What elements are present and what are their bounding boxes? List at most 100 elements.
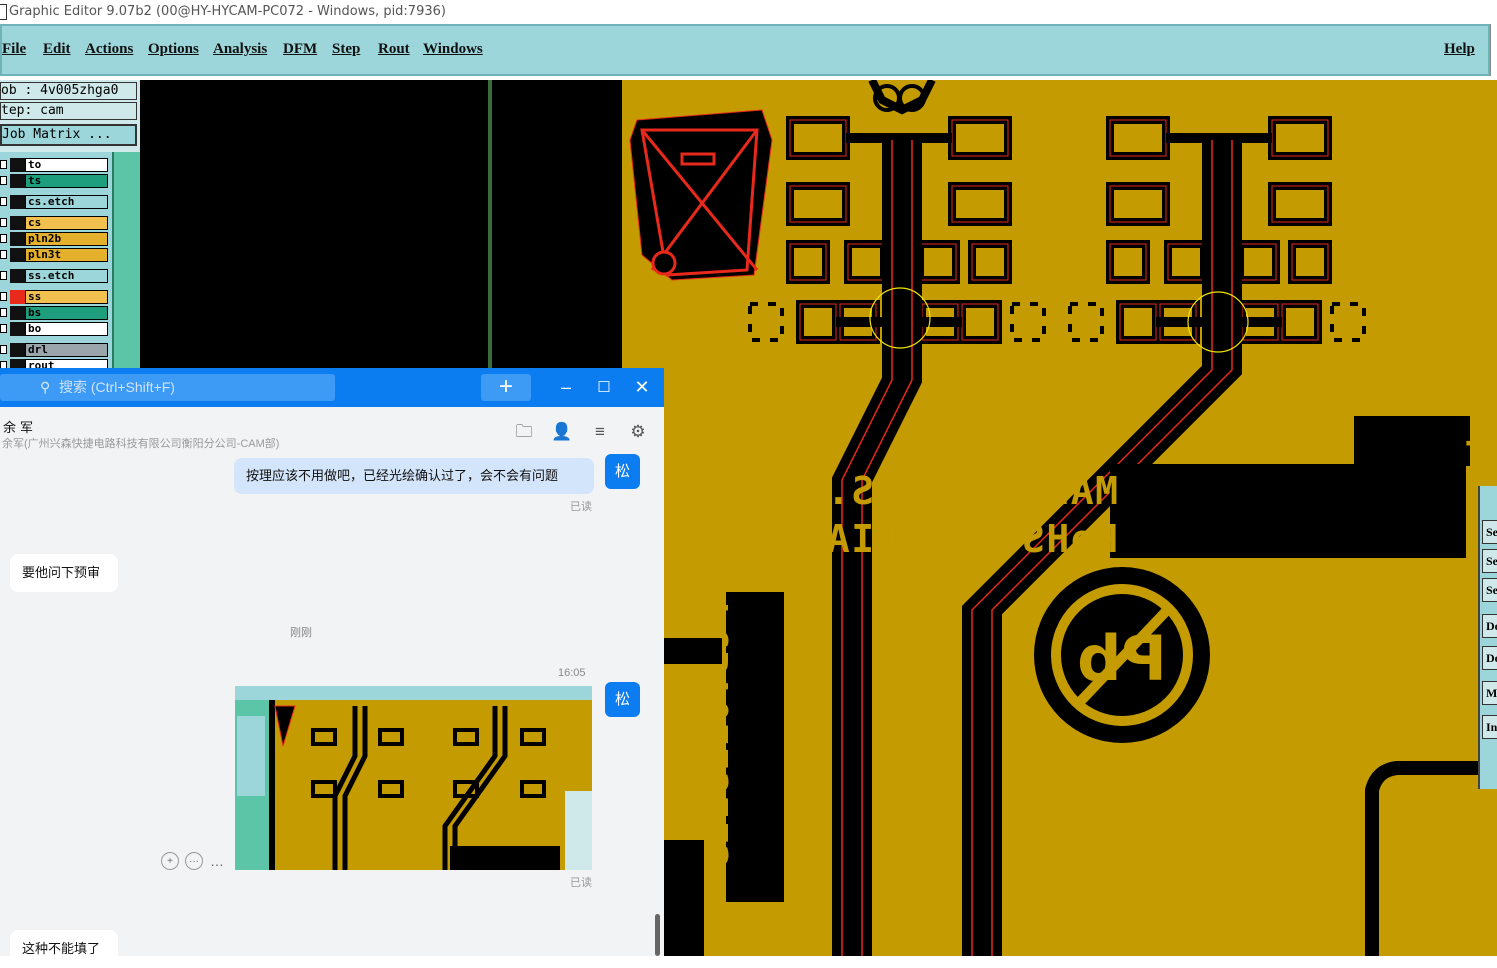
screenshot-image-message[interactable] [235,686,592,870]
settings-gear-icon[interactable]: ⚙ [627,421,649,443]
layer-color-swatch[interactable] [10,322,25,336]
layer-checkbox[interactable] [0,218,7,227]
menu-actions[interactable]: Actions [85,41,133,58]
layer-name[interactable]: drl [25,343,108,357]
my-avatar-2[interactable]: 松 [605,682,640,717]
layer-checkbox[interactable] [0,234,7,243]
layer-name[interactable]: bo [25,322,108,336]
screenshot-thumbnail [235,686,592,870]
rohs-text: RoHS COMPLIANT [778,517,1118,561]
layer-color-swatch[interactable] [10,306,25,320]
more-actions-icon[interactable]: … [208,852,226,870]
made-in-text-box [1110,464,1466,558]
layer-row-cs[interactable]: cs [0,216,110,230]
layer-color-swatch[interactable] [10,343,25,357]
comment-icon[interactable]: ··· [185,852,203,870]
side-button-4[interactable]: De [1482,614,1497,638]
layer-checkbox[interactable] [0,324,7,333]
menu-windows-label: Windows [423,41,483,57]
layer-row-ss-etch[interactable]: ss.etch [0,269,110,283]
layer-row-drl[interactable]: drl [0,343,110,357]
layer-name[interactable]: cs [25,216,108,230]
layer-row-bo[interactable]: bo [0,322,110,336]
menu-windows[interactable]: Windows [423,41,483,58]
search-history-icon[interactable]: ≡ [589,421,611,443]
layer-color-swatch[interactable] [10,248,25,262]
layer-color-swatch[interactable] [10,174,25,188]
layer-name[interactable]: to [25,158,108,172]
layer-color-swatch[interactable] [10,290,25,304]
side-button-2[interactable]: Se [1482,549,1497,573]
layer-checkbox[interactable] [0,250,7,259]
time-divider: 刚刚 [290,627,312,639]
menu-help[interactable]: Help [1444,41,1475,58]
folder-icon[interactable]: 🗀 [513,421,535,443]
side-button-7[interactable]: In [1482,715,1497,739]
menu-rout[interactable]: Rout [378,41,410,58]
window-edge [1490,24,1497,76]
side-action-panel: Se Se Se De De Mo In [1478,486,1497,789]
layer-name[interactable]: pln3t [25,248,108,262]
layer-checkbox[interactable] [0,160,7,169]
menu-dfm[interactable]: DFM [283,41,317,58]
minimize-button[interactable]: – [549,368,583,407]
layer-name[interactable]: ss [25,290,108,304]
menu-file[interactable]: File [2,41,26,58]
layer-name[interactable]: ss.etch [25,269,108,283]
layer-checkbox[interactable] [0,176,7,185]
menu-analysis[interactable]: Analysis [213,41,267,58]
layer-color-swatch[interactable] [10,232,25,246]
menu-rout-label: Rout [378,41,410,57]
layer-checkbox[interactable] [0,308,7,317]
quote-reply-icon[interactable]: + [161,852,179,870]
add-contact-icon[interactable]: 👤 [551,421,573,443]
side-button-5[interactable]: De [1482,646,1497,670]
layer-checkbox[interactable] [0,271,7,280]
layer-row-ss[interactable]: ss [0,290,110,304]
menu-file-label: File [2,41,27,57]
side-button-6[interactable]: Mo [1482,681,1497,705]
read-status-2: 已读 [570,877,592,889]
menu-edit[interactable]: Edit [43,41,71,58]
side-button-3[interactable]: Se [1482,578,1497,602]
layer-row-bs[interactable]: bs [0,306,110,320]
layer-checkbox[interactable] [0,345,7,354]
menu-step[interactable]: Step [332,41,360,58]
layer-row-ts[interactable]: ts [0,174,110,188]
menu-options[interactable]: Options [148,41,199,58]
menu-bar: File Edit Actions Options Analysis DFM S… [0,24,1490,76]
menu-options-label: Options [148,41,199,57]
overview-canvas[interactable] [140,80,490,370]
layer-name[interactable]: bs [25,306,108,320]
layer-color-swatch[interactable] [10,195,25,209]
kla-text-box [1354,416,1470,466]
contact-organization: 余军(广州兴森快捷电路科技有限公司衡阳分公司-CAM部) [2,438,280,450]
layer-checkbox[interactable] [0,197,7,206]
message-bubble-sent[interactable]: 按理应该不用做吧，已经光绘确认过了，会不会有问题 [234,458,594,494]
layer-row-pln3t[interactable]: pln3t [0,248,110,262]
add-button[interactable]: + [481,374,531,401]
chat-scrollbar[interactable] [655,914,660,956]
layer-row-to[interactable]: to [0,158,110,172]
message-bubble-received[interactable]: 要他问下预审 [10,554,118,592]
layer-checkbox[interactable] [0,292,7,301]
chat-header: 余军 余军(广州兴森快捷电路科技有限公司衡阳分公司-CAM部) 🗀 👤 ≡ ⚙ [0,407,664,459]
layer-list-scrollbar[interactable] [112,152,140,370]
chat-search-input[interactable]: ⚲ 搜索 (Ctrl+Shift+F) [0,374,335,401]
layer-name[interactable]: pln2b [25,232,108,246]
maximize-button[interactable]: ☐ [587,368,621,407]
pad-block [662,638,722,664]
layer-name[interactable]: cs.etch [25,195,108,209]
side-button-1[interactable]: Se [1482,520,1497,544]
job-matrix-button[interactable]: Job Matrix ... [0,124,137,146]
message-bubble-received-2[interactable]: 这种不能填了 [10,930,118,968]
layer-name[interactable]: ts [25,174,108,188]
layer-color-swatch[interactable] [10,269,25,283]
layer-row-cs-etch[interactable]: cs.etch [0,195,110,209]
search-placeholder: 搜索 (Ctrl+Shift+F) [59,379,175,395]
layer-color-swatch[interactable] [10,216,25,230]
close-button[interactable]: ✕ [625,368,659,407]
layer-color-swatch[interactable] [10,158,25,172]
my-avatar[interactable]: 松 [605,454,640,489]
layer-row-pln2b[interactable]: pln2b [0,232,110,246]
